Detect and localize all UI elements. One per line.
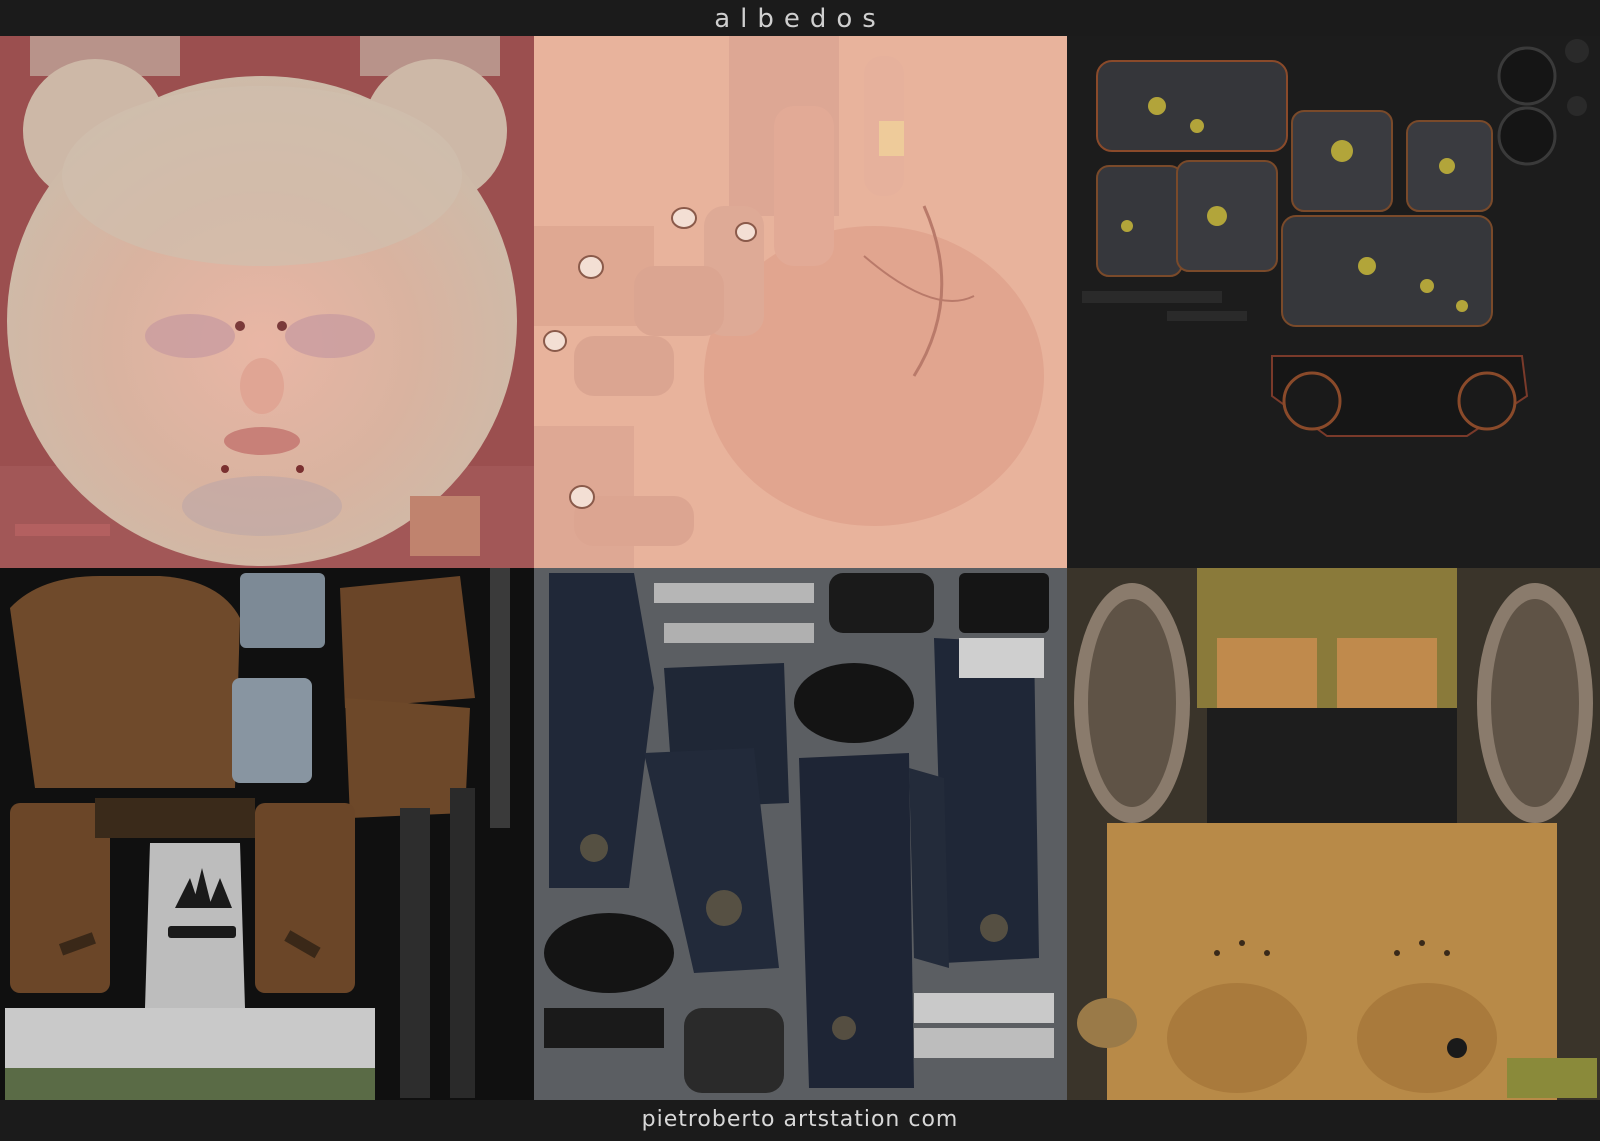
boots-texture	[1067, 568, 1600, 1100]
jeans-texture	[534, 568, 1067, 1100]
gear-texture	[1067, 36, 1600, 568]
albedo-sheet: albedos pietroberto artstation com	[0, 0, 1600, 1141]
texture-grid	[0, 36, 1600, 1100]
sheet-title: albedos	[714, 4, 886, 34]
jacket-texture	[0, 568, 534, 1100]
hand-texture	[534, 36, 1067, 568]
footer-credit: pietroberto artstation com	[641, 1107, 959, 1132]
face-texture	[0, 36, 534, 568]
